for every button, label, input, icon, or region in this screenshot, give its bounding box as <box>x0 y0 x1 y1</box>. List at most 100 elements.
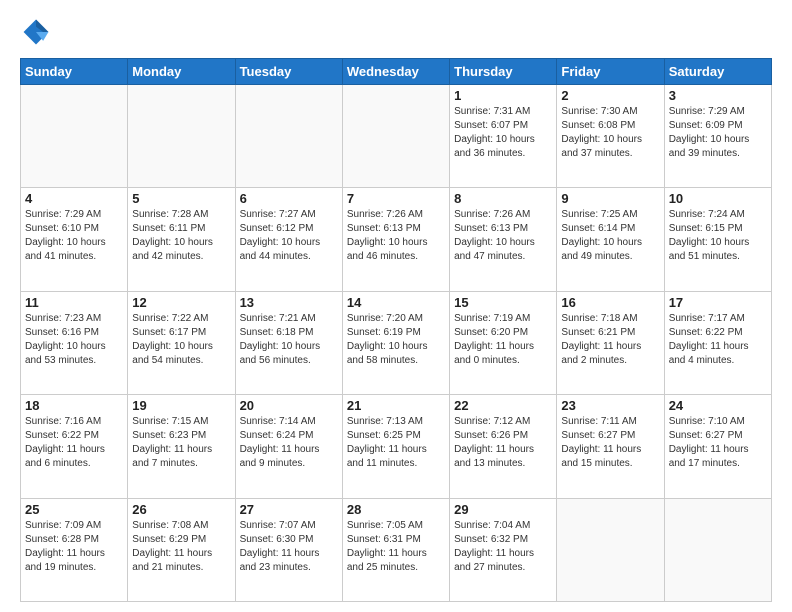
day-info: Sunrise: 7:11 AMSunset: 6:27 PMDaylight:… <box>561 415 659 471</box>
day-info: Sunrise: 7:07 AMSunset: 6:30 PMDaylight:… <box>240 519 338 575</box>
day-number: 22 <box>454 398 552 413</box>
day-info: Sunrise: 7:17 AMSunset: 6:22 PMDaylight:… <box>669 312 767 368</box>
day-number: 5 <box>132 191 230 206</box>
day-cell: 21 Sunrise: 7:13 AMSunset: 6:25 PMDayligh… <box>342 395 449 498</box>
logo-icon <box>20 16 52 48</box>
day-cell: 17Sunrise: 7:17 AMSunset: 6:22 PMDayligh… <box>664 291 771 394</box>
day-cell: 20 Sunrise: 7:14 AMSunset: 6:24 PMDayligh… <box>235 395 342 498</box>
day-cell <box>557 498 664 601</box>
day-info: Sunrise: 7:23 AMSunset: 6:16 PMDaylight:… <box>25 312 123 368</box>
day-cell: 29 Sunrise: 7:04 AMSunset: 6:32 PMDayligh… <box>450 498 557 601</box>
calendar-table: SundayMondayTuesdayWednesdayThursdayFrid… <box>20 58 772 602</box>
day-cell: 28 Sunrise: 7:05 AMSunset: 6:31 PMDayligh… <box>342 498 449 601</box>
calendar-header: SundayMondayTuesdayWednesdayThursdayFrid… <box>21 59 772 85</box>
day-number: 8 <box>454 191 552 206</box>
day-number: 1 <box>454 88 552 103</box>
day-cell: 15 Sunrise: 7:19 AMSunset: 6:20 PMDayligh… <box>450 291 557 394</box>
calendar-page: SundayMondayTuesdayWednesdayThursdayFrid… <box>0 0 792 612</box>
day-number: 13 <box>240 295 338 310</box>
day-cell <box>342 85 449 188</box>
day-cell: 16 Sunrise: 7:18 AMSunset: 6:21 PMDayligh… <box>557 291 664 394</box>
week-row-1: 4 Sunrise: 7:29 AMSunset: 6:10 PMDaylight… <box>21 188 772 291</box>
day-cell: 19 Sunrise: 7:15 AMSunset: 6:23 PMDayligh… <box>128 395 235 498</box>
day-number: 19 <box>132 398 230 413</box>
day-number: 29 <box>454 502 552 517</box>
day-info: Sunrise: 7:24 AMSunset: 6:15 PMDaylight:… <box>669 208 767 264</box>
day-number: 11 <box>25 295 123 310</box>
weekday-header-friday: Friday <box>557 59 664 85</box>
day-number: 25 <box>25 502 123 517</box>
day-number: 16 <box>561 295 659 310</box>
day-number: 10 <box>669 191 767 206</box>
week-row-4: 25 Sunrise: 7:09 AMSunset: 6:28 PMDayligh… <box>21 498 772 601</box>
weekday-header-thursday: Thursday <box>450 59 557 85</box>
day-number: 14 <box>347 295 445 310</box>
weekday-row: SundayMondayTuesdayWednesdayThursdayFrid… <box>21 59 772 85</box>
day-info: Sunrise: 7:31 AMSunset: 6:07 PMDaylight:… <box>454 105 552 161</box>
day-number: 4 <box>25 191 123 206</box>
day-info: Sunrise: 7:16 AMSunset: 6:22 PMDaylight:… <box>25 415 123 471</box>
day-cell: 27 Sunrise: 7:07 AMSunset: 6:30 PMDayligh… <box>235 498 342 601</box>
day-cell: 12Sunrise: 7:22 AMSunset: 6:17 PMDayligh… <box>128 291 235 394</box>
week-row-2: 11 Sunrise: 7:23 AMSunset: 6:16 PMDayligh… <box>21 291 772 394</box>
logo <box>20 16 56 48</box>
header <box>20 16 772 48</box>
day-number: 9 <box>561 191 659 206</box>
day-info: Sunrise: 7:04 AMSunset: 6:32 PMDaylight:… <box>454 519 552 575</box>
day-cell: 24 Sunrise: 7:10 AMSunset: 6:27 PMDayligh… <box>664 395 771 498</box>
day-info: Sunrise: 7:09 AMSunset: 6:28 PMDaylight:… <box>25 519 123 575</box>
day-number: 27 <box>240 502 338 517</box>
day-cell: 2 Sunrise: 7:30 AMSunset: 6:08 PMDaylight… <box>557 85 664 188</box>
day-cell <box>128 85 235 188</box>
day-cell: 10 Sunrise: 7:24 AMSunset: 6:15 PMDayligh… <box>664 188 771 291</box>
day-number: 15 <box>454 295 552 310</box>
day-number: 3 <box>669 88 767 103</box>
weekday-header-wednesday: Wednesday <box>342 59 449 85</box>
day-cell <box>235 85 342 188</box>
weekday-header-sunday: Sunday <box>21 59 128 85</box>
day-info: Sunrise: 7:28 AMSunset: 6:11 PMDaylight:… <box>132 208 230 264</box>
day-info: Sunrise: 7:21 AMSunset: 6:18 PMDaylight:… <box>240 312 338 368</box>
day-info: Sunrise: 7:27 AMSunset: 6:12 PMDaylight:… <box>240 208 338 264</box>
day-info: Sunrise: 7:13 AMSunset: 6:25 PMDaylight:… <box>347 415 445 471</box>
day-number: 7 <box>347 191 445 206</box>
day-info: Sunrise: 7:29 AMSunset: 6:10 PMDaylight:… <box>25 208 123 264</box>
day-info: Sunrise: 7:10 AMSunset: 6:27 PMDaylight:… <box>669 415 767 471</box>
day-cell: 11 Sunrise: 7:23 AMSunset: 6:16 PMDayligh… <box>21 291 128 394</box>
weekday-header-tuesday: Tuesday <box>235 59 342 85</box>
weekday-header-saturday: Saturday <box>664 59 771 85</box>
day-cell: 1 Sunrise: 7:31 AMSunset: 6:07 PMDaylight… <box>450 85 557 188</box>
day-number: 12 <box>132 295 230 310</box>
day-info: Sunrise: 7:26 AMSunset: 6:13 PMDaylight:… <box>347 208 445 264</box>
day-cell: 22 Sunrise: 7:12 AMSunset: 6:26 PMDayligh… <box>450 395 557 498</box>
day-info: Sunrise: 7:30 AMSunset: 6:08 PMDaylight:… <box>561 105 659 161</box>
day-cell: 9Sunrise: 7:25 AMSunset: 6:14 PMDaylight… <box>557 188 664 291</box>
week-row-0: 1 Sunrise: 7:31 AMSunset: 6:07 PMDaylight… <box>21 85 772 188</box>
day-cell: 14 Sunrise: 7:20 AMSunset: 6:19 PMDayligh… <box>342 291 449 394</box>
day-info: Sunrise: 7:12 AMSunset: 6:26 PMDaylight:… <box>454 415 552 471</box>
day-info: Sunrise: 7:19 AMSunset: 6:20 PMDaylight:… <box>454 312 552 368</box>
day-number: 28 <box>347 502 445 517</box>
day-cell: 13 Sunrise: 7:21 AMSunset: 6:18 PMDayligh… <box>235 291 342 394</box>
day-number: 20 <box>240 398 338 413</box>
day-cell: 4 Sunrise: 7:29 AMSunset: 6:10 PMDaylight… <box>21 188 128 291</box>
day-cell: 3Sunrise: 7:29 AMSunset: 6:09 PMDaylight… <box>664 85 771 188</box>
day-info: Sunrise: 7:05 AMSunset: 6:31 PMDaylight:… <box>347 519 445 575</box>
day-cell: 8 Sunrise: 7:26 AMSunset: 6:13 PMDaylight… <box>450 188 557 291</box>
day-cell <box>21 85 128 188</box>
day-number: 26 <box>132 502 230 517</box>
day-number: 2 <box>561 88 659 103</box>
day-info: Sunrise: 7:14 AMSunset: 6:24 PMDaylight:… <box>240 415 338 471</box>
day-cell: 18 Sunrise: 7:16 AMSunset: 6:22 PMDayligh… <box>21 395 128 498</box>
day-number: 24 <box>669 398 767 413</box>
day-info: Sunrise: 7:26 AMSunset: 6:13 PMDaylight:… <box>454 208 552 264</box>
day-info: Sunrise: 7:18 AMSunset: 6:21 PMDaylight:… <box>561 312 659 368</box>
weekday-header-monday: Monday <box>128 59 235 85</box>
day-cell: 26Sunrise: 7:08 AMSunset: 6:29 PMDayligh… <box>128 498 235 601</box>
day-info: Sunrise: 7:15 AMSunset: 6:23 PMDaylight:… <box>132 415 230 471</box>
day-cell: 25 Sunrise: 7:09 AMSunset: 6:28 PMDayligh… <box>21 498 128 601</box>
day-info: Sunrise: 7:20 AMSunset: 6:19 PMDaylight:… <box>347 312 445 368</box>
day-number: 21 <box>347 398 445 413</box>
day-cell: 6Sunrise: 7:27 AMSunset: 6:12 PMDaylight… <box>235 188 342 291</box>
day-number: 18 <box>25 398 123 413</box>
